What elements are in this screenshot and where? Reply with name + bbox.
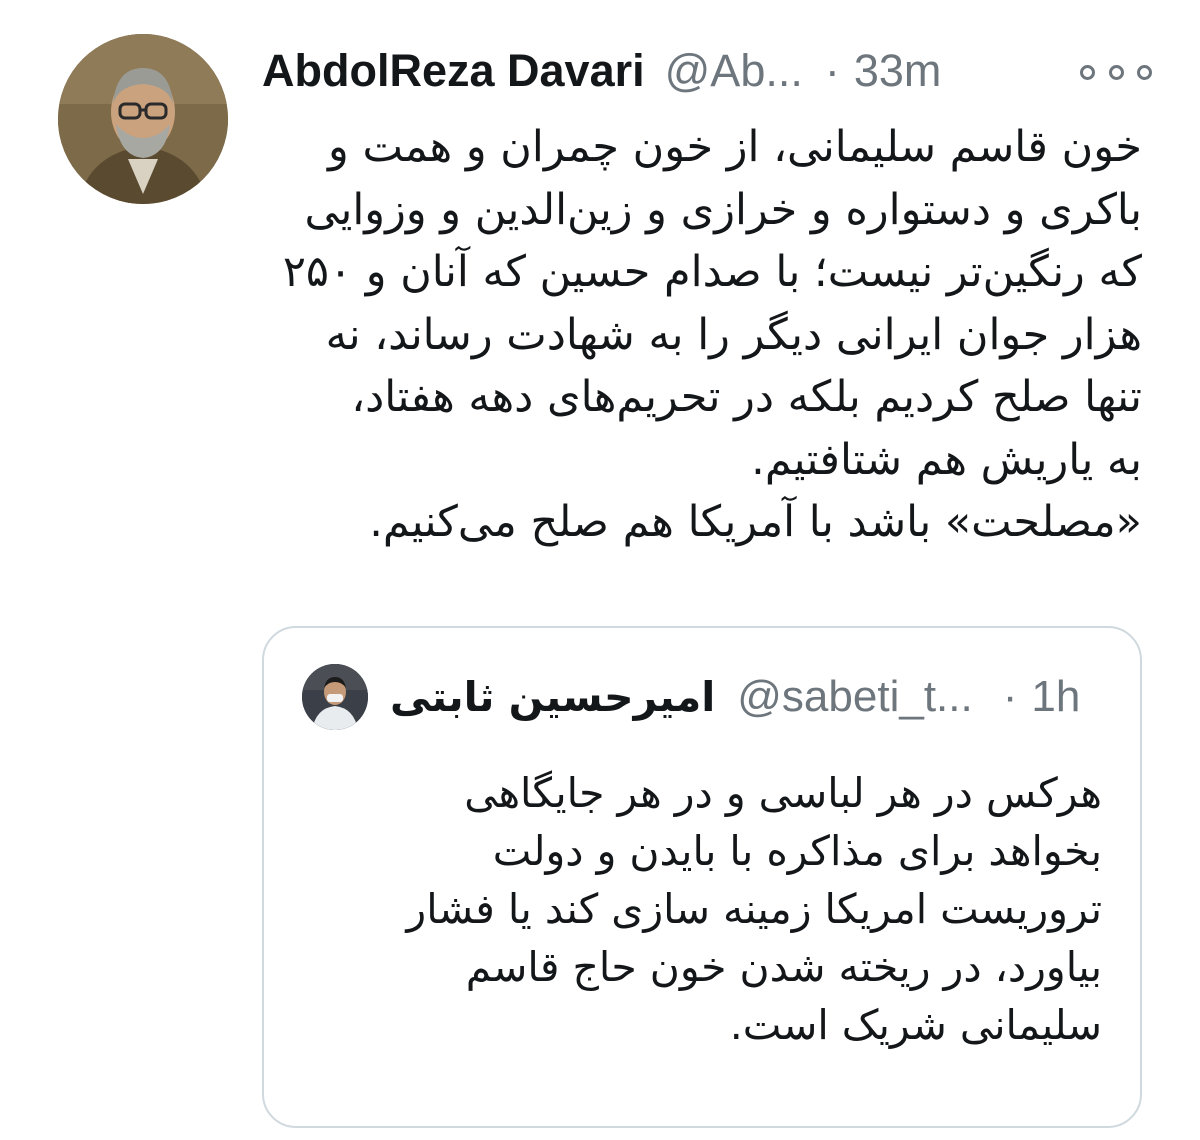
quoted-avatar-photo <box>302 664 368 730</box>
quoted-author-handle[interactable]: @sabeti_t... <box>737 672 972 722</box>
quoted-author-avatar[interactable] <box>302 664 368 730</box>
quoted-tweet-text: هرکس در هر لباسی و در هر جایگاهی بخواهد … <box>342 764 1102 1054</box>
tweet-text-line: تنها صلح کردیم بلکه در تحریم‌های دهه هفت… <box>351 372 1142 422</box>
quoted-text-line: بخواهد برای مذاکره با بایدن و دولت <box>492 827 1102 875</box>
quoted-text-line: بیاورد، در ریخته شدن خون حاج قاسم <box>465 943 1102 991</box>
quoted-text-line: هرکس در هر لباسی و در هر جایگاهی <box>464 769 1102 817</box>
quoted-tweet-card[interactable]: امیرحسین ثابتی @sabeti_t... · 1h هرکس در… <box>262 626 1142 1128</box>
quoted-author-display-name[interactable]: امیرحسین ثابتی <box>390 673 715 721</box>
author-display-name[interactable]: AbdolReza Davari <box>262 45 645 97</box>
tweet-text: خون قاسم سلیمانی، از خون چمران و همت و ب… <box>250 116 1142 554</box>
tweet-text-line: «مصلحت» باشد با آمریکا هم صلح می‌کنیم. <box>369 497 1142 547</box>
tweet-text-line: به یاریش هم شتافتیم. <box>751 434 1142 485</box>
quoted-tweet-header: امیرحسین ثابتی @sabeti_t... · 1h <box>302 664 1110 730</box>
tweet[interactable]: AbdolReza Davari @Ab... · 33m خون قاسم س… <box>0 0 1200 1140</box>
quoted-text-line: سلیمانی شریک است. <box>729 1001 1102 1049</box>
more-dot <box>1080 64 1095 80</box>
more-options-icon[interactable] <box>1080 54 1152 90</box>
more-dot <box>1108 64 1124 80</box>
more-dot <box>1137 64 1152 80</box>
quoted-text-line: تروریست امریکا زمینه سازی کند یا فشار <box>406 885 1102 933</box>
tweet-text-line: باکری و دستواره و خرازی و زین‌الدین و وز… <box>304 184 1142 235</box>
tweet-text-line: خون قاسم سلیمانی، از خون چمران و همت و <box>328 122 1142 172</box>
quoted-header-separator: · <box>1002 672 1018 721</box>
header-separator: · <box>824 45 840 96</box>
author-avatar[interactable] <box>58 34 228 204</box>
tweet-timestamp[interactable]: 33m <box>854 45 942 97</box>
quoted-tweet-timestamp[interactable]: 1h <box>1031 672 1080 722</box>
tweet-text-line: هزار جوان ایرانی دیگر را به شهادت رساند،… <box>325 309 1142 360</box>
tweet-text-line: که رنگین‌تر نیست؛ با صدام حسین که آنان و… <box>282 247 1142 297</box>
author-handle[interactable]: @Ab... <box>665 45 803 97</box>
avatar-photo <box>58 34 228 204</box>
tweet-header: AbdolReza Davari @Ab... · 33m <box>262 36 1152 106</box>
